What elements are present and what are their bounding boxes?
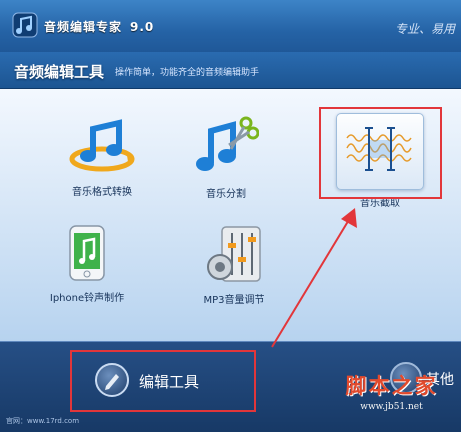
volume-mixer-icon xyxy=(207,226,261,282)
watermark: 脚本之家 www.jb51.net xyxy=(322,370,461,412)
iphone-ringtone-icon xyxy=(69,225,105,281)
tool-label: 音乐分割 xyxy=(206,189,246,200)
title-bar: 音频编辑专家 9.0 专业、易用 xyxy=(0,0,461,52)
tool-label: 音乐截取 xyxy=(360,198,400,209)
app-logo-icon xyxy=(12,12,38,38)
edit-tools-label: 编辑工具 xyxy=(139,373,200,391)
tool-mp3-volume[interactable]: MP3音量调节 xyxy=(184,225,284,306)
pencil-icon xyxy=(95,363,129,397)
section-title: 音频编辑工具 xyxy=(14,63,105,81)
tool-iphone-ringtone[interactable]: Iphone铃声制作 xyxy=(32,225,142,304)
section-description: 操作简单，功能齐全的音频编辑助手 xyxy=(115,68,260,78)
edit-tools-button[interactable]: 编辑工具 xyxy=(95,361,245,401)
tool-music-cut[interactable]: 音乐截取 xyxy=(325,113,435,209)
app-name: 音频编辑专家 xyxy=(44,20,123,34)
watermark-text: 脚本之家 xyxy=(345,373,438,398)
tool-label: 音乐格式转换 xyxy=(72,187,132,198)
app-version: 9.0 xyxy=(130,20,155,34)
music-scissors-icon xyxy=(196,116,260,171)
music-cut-tile xyxy=(336,113,424,190)
bottom-nav: 编辑工具 其他 官网：www.17rd.com 脚本之家 www.jb51.ne… xyxy=(0,341,461,432)
website-link[interactable]: 官网：www.17rd.com xyxy=(6,416,79,426)
tool-grid: 音乐格式转换 音乐分割 音乐截取 Iphone铃声制作 MP3音量调节 xyxy=(0,89,461,341)
section-header: 音频编辑工具 操作简单，功能齐全的音频编辑助手 xyxy=(0,52,461,89)
tool-music-format-convert[interactable]: 音乐格式转换 xyxy=(52,115,152,198)
tool-label: Iphone铃声制作 xyxy=(49,293,125,304)
watermark-url: www.jb51.net xyxy=(360,402,423,412)
waveform-cut-icon xyxy=(346,127,412,171)
app-title: 音频编辑专家 9.0 xyxy=(44,18,154,35)
app-slogan: 专业、易用 xyxy=(394,22,455,36)
tool-music-split[interactable]: 音乐分割 xyxy=(176,115,276,200)
music-convert-icon xyxy=(69,119,135,172)
tool-label: MP3音量调节 xyxy=(203,295,265,306)
